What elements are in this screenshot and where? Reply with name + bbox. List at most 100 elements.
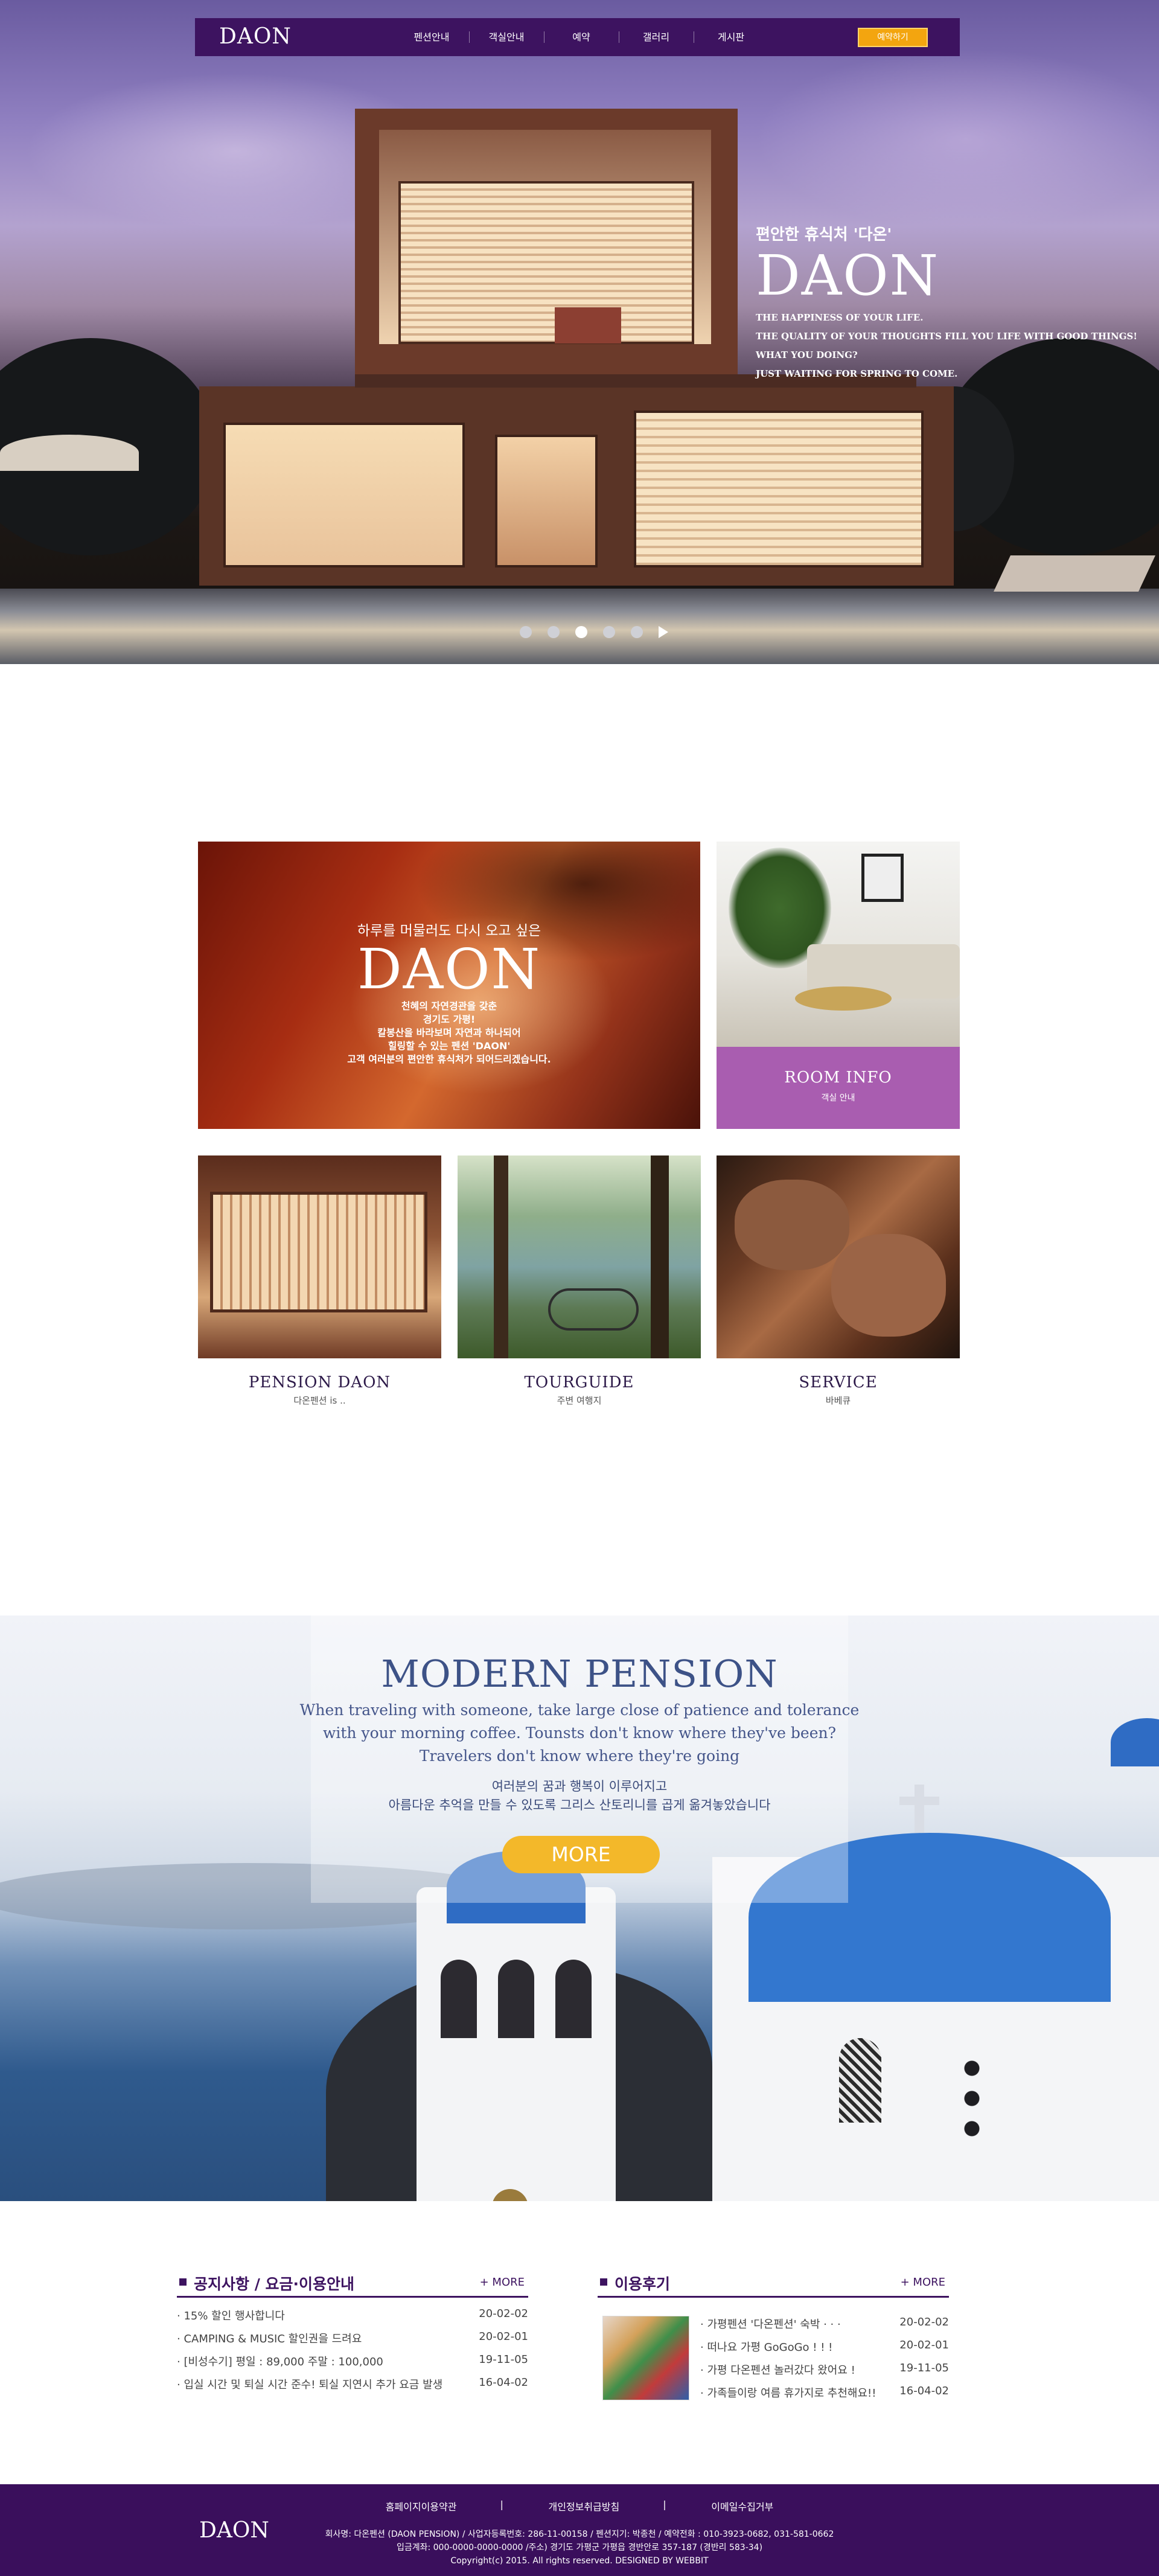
modern-eng-line: with your morning coffee. Tounsts don't … <box>322 1724 836 1742</box>
hero-line: JUST WAITING FOR SPRING TO COME. <box>756 368 958 379</box>
nav-menu: 펜션안내 객실안내 예약 갤러리 게시판 <box>394 18 768 56</box>
house-window <box>223 423 465 567</box>
interior-window <box>210 1192 427 1312</box>
nav-logo[interactable]: DAON <box>219 24 292 49</box>
list-item[interactable]: · 가평 다온펜션 놀러갔다 왔어요 ! 19-11-05 <box>700 2362 949 2385</box>
hero-cloud <box>755 48 1159 229</box>
room-info-card[interactable]: ROOM INFO 객실 안내 <box>717 842 960 1129</box>
modern-kor: 여러분의 꿈과 행복이 이루어지고 아름다운 추억을 만들 수 있도록 그리스 … <box>0 1777 1159 1815</box>
nav-item-reservation[interactable]: 예약 <box>544 18 619 56</box>
notice-item-text: · 15% 할인 행사합니다 <box>177 2310 285 2322</box>
email-refusal-link[interactable]: 이메일수집거부 <box>663 2499 819 2513</box>
nav-item-pension[interactable]: 펜션안내 <box>394 18 469 56</box>
top-navigation: DAON 펜션안내 객실안내 예약 갤러리 게시판 예약하기 <box>195 18 960 56</box>
tourguide-caption[interactable]: TOURGUIDE 주변 여행지 <box>458 1373 701 1407</box>
tourguide-sub: 주변 여행지 <box>557 1395 602 1406</box>
review-list: · 가평펜션 '다온펜션' 숙박 · · · 20-02-02 · 떠나요 가평… <box>700 2316 949 2408</box>
pension-thumb[interactable] <box>198 1155 441 1358</box>
nav-item-board[interactable]: 게시판 <box>694 18 768 56</box>
hero-line: THE HAPPINESS OF YOUR LIFE. <box>756 312 924 323</box>
list-item[interactable]: · 떠나요 가평 GoGoGo ! ! ! 20-02-01 <box>700 2339 949 2362</box>
hero-copy: 편안한 휴식처 '다온' DAON THE HAPPINESS OF YOUR … <box>756 222 1142 383</box>
tower-arch <box>555 1960 592 2038</box>
list-item[interactable]: · 가족들이랑 여름 휴가지로 추천해요!! 16-04-02 <box>700 2385 949 2408</box>
review-item-text: · 떠나요 가평 GoGoGo ! ! ! <box>700 2341 833 2354</box>
modern-eng: When traveling with someone, take large … <box>0 1699 1159 1768</box>
tourguide-thumb[interactable] <box>458 1155 701 1358</box>
promo-title: DAON <box>357 937 541 1002</box>
privacy-link[interactable]: 개인정보취급방침 <box>500 2499 665 2513</box>
promo-body: 천혜의 자연경관을 갖춘 경기도 가평! 칼봉산을 바라보며 자연과 하나되어 … <box>198 1000 700 1066</box>
review-item-date: 16-04-02 <box>899 2385 949 2397</box>
promo-banner[interactable]: 하루를 머물러도 다시 오고 싶은 DAON 천혜의 자연경관을 갖춘 경기도 … <box>198 842 700 1129</box>
list-item[interactable]: · CAMPING & MUSIC 할인권을 드려요 20-02-01 <box>177 2330 528 2353</box>
promo-body-line: 힐링할 수 있는 펜션 'DAON' <box>388 1040 511 1052</box>
tower-arch <box>441 1960 477 2038</box>
picture-frame <box>861 854 904 902</box>
review-item-text: · 가평펜션 '다온펜션' 숙박 · · · <box>700 2318 841 2331</box>
footer-info-line: 회사명: 다온펜션 (DAON PENSION) / 사업자등록번호: 286-… <box>325 2530 834 2539</box>
service-thumb[interactable] <box>717 1155 960 1358</box>
hero-section: DAON 펜션안내 객실안내 예약 갤러리 게시판 예약하기 편안한 휴식처 '… <box>0 0 1159 664</box>
more-button[interactable]: MORE <box>502 1836 660 1873</box>
terms-link[interactable]: 홈페이지이용약관 <box>340 2499 503 2513</box>
grilled-meat <box>735 1180 849 1270</box>
modern-eng-line: When traveling with someone, take large … <box>299 1701 860 1719</box>
service-caption[interactable]: SERVICE 바베큐 <box>717 1373 960 1407</box>
pension-caption[interactable]: PENSION DAON 다온펜션 is .. <box>198 1373 441 1407</box>
notice-item-date: 16-04-02 <box>479 2376 528 2389</box>
nav-item-gallery[interactable]: 갤러리 <box>619 18 694 56</box>
hero-lounge-chair <box>994 555 1155 592</box>
promo-line1: 하루를 머물러도 다시 오고 싶은 <box>357 923 541 939</box>
bell-tower <box>417 1851 616 2201</box>
pension-title: PENSION DAON <box>248 1373 391 1392</box>
hero-title: DAON <box>756 243 940 308</box>
tree-trunk <box>651 1155 669 1358</box>
review-board: 이용후기 + MORE · 가평펜션 '다온펜션' 숙박 · · · 20-02… <box>598 2270 949 2433</box>
reserve-button[interactable]: 예약하기 <box>858 28 928 47</box>
list-item[interactable]: · 가평펜션 '다온펜션' 숙박 · · · 20-02-02 <box>700 2316 949 2339</box>
hero-line: THE QUALITY OF YOUR THOUGHTS FILL YOU LI… <box>756 331 1137 342</box>
review-title: 이용후기 <box>615 2275 671 2293</box>
slider-dot[interactable] <box>520 626 532 638</box>
slider-dot[interactable] <box>603 626 615 638</box>
review-item-date: 20-02-02 <box>899 2316 949 2328</box>
promo-body-line: 칼봉산을 바라보며 자연과 하나되어 <box>377 1027 521 1038</box>
modern-kor-line: 여러분의 꿈과 행복이 이루어지고 <box>491 1779 668 1794</box>
notice-more-link[interactable]: + MORE <box>480 2276 525 2289</box>
tree-trunk <box>494 1155 508 1358</box>
slider-dot[interactable] <box>548 626 560 638</box>
review-item-text: · 가족들이랑 여름 휴가지로 추천해요!! <box>700 2387 876 2400</box>
slider-dot[interactable] <box>631 626 643 638</box>
house-lower-block <box>199 386 954 586</box>
bicycle <box>548 1288 639 1331</box>
notice-item-text: · [비성수기] 평일 : 89,000 주말 : 100,000 <box>177 2356 383 2368</box>
house-door <box>495 435 598 567</box>
square-bullet-icon <box>600 2278 607 2286</box>
notice-item-text: · 입실 시간 및 퇴실 시간 준수! 퇴실 지연시 추가 요금 발생 <box>177 2379 443 2391</box>
room-info-sub: 객실 안내 <box>821 1093 855 1103</box>
slider-dot-active[interactable] <box>575 626 587 638</box>
grilled-meat <box>831 1234 946 1337</box>
list-item[interactable]: · 15% 할인 행사합니다 20-02-02 <box>177 2307 528 2330</box>
church <box>712 1785 1159 2201</box>
review-thumbnail[interactable] <box>602 2316 689 2400</box>
footer-info-line: 입금계좌: 000-0000-0000-0000 /주소) 경기도 가평군 가평… <box>396 2543 763 2552</box>
notice-item-date: 20-02-02 <box>479 2307 528 2320</box>
room-photo <box>717 842 960 1047</box>
house-window <box>634 411 924 567</box>
footer-info-line: Copyright(c) 2015. All rights reserved. … <box>450 2556 709 2566</box>
list-item[interactable]: · [비성수기] 평일 : 89,000 주말 : 100,000 19-11-… <box>177 2353 528 2376</box>
review-more-link[interactable]: + MORE <box>901 2276 945 2289</box>
list-item[interactable]: · 입실 시간 및 퇴실 시간 준수! 퇴실 지연시 추가 요금 발생 16-0… <box>177 2376 528 2399</box>
footer: 홈페이지이용약관 개인정보취급방침 이메일수집거부 DAON 회사명: 다온펜션… <box>0 2484 1159 2576</box>
hero-umbrella <box>0 435 139 471</box>
play-icon[interactable] <box>659 626 668 638</box>
bell <box>492 2189 528 2201</box>
notice-board: 공지사항 / 요금·이용안내 + MORE · 15% 할인 행사합니다 20-… <box>177 2270 528 2399</box>
review-item-date: 19-11-05 <box>899 2362 949 2374</box>
pension-sub: 다온펜션 is .. <box>293 1395 346 1406</box>
footer-info: 회사명: 다온펜션 (DAON PENSION) / 사업자등록번호: 286-… <box>0 2528 1159 2568</box>
notice-item-date: 19-11-05 <box>479 2353 528 2366</box>
nav-item-rooms[interactable]: 객실안내 <box>469 18 544 56</box>
